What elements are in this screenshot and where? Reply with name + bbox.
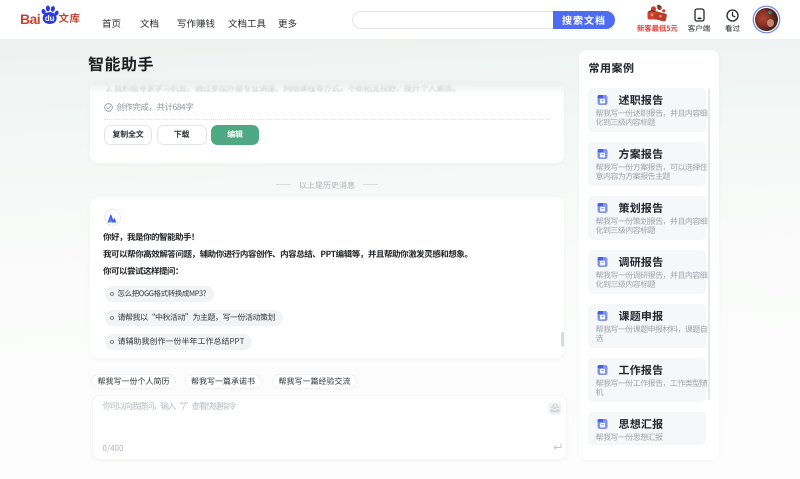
svg-text:du: du <box>45 14 55 23</box>
